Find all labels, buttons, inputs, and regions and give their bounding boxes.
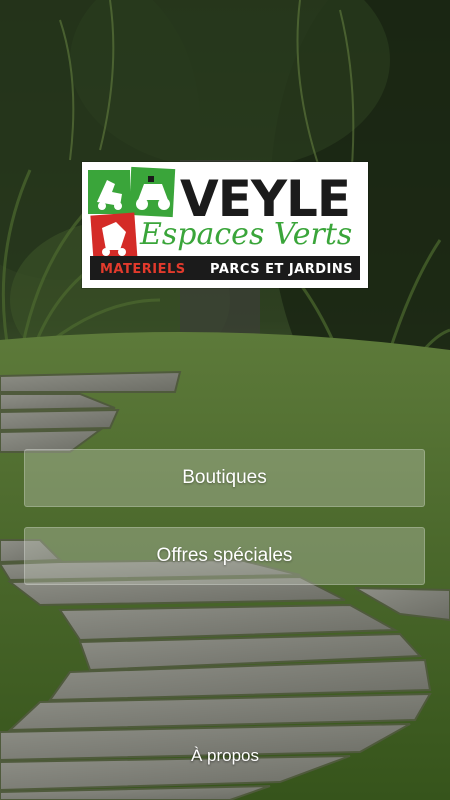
logo-band-left: MATERIELS <box>100 262 186 277</box>
about-link[interactable]: À propos <box>0 746 450 766</box>
logo-band-right: PARCS ET JARDINS <box>210 262 353 277</box>
boutiques-button[interactable]: Boutiques <box>24 449 425 507</box>
logo-subtitle-text: Espaces Verts <box>139 217 352 252</box>
offres-speciales-button-label: Offres spéciales <box>156 545 293 566</box>
about-link-label: À propos <box>190 746 260 765</box>
veyle-logo: VEYLE Espaces Verts MATERIELS PARCS ET J… <box>82 162 368 288</box>
boutiques-button-label: Boutiques <box>182 467 267 488</box>
offres-speciales-button[interactable]: Offres spéciales <box>24 527 425 585</box>
background-garden-image <box>0 0 450 800</box>
